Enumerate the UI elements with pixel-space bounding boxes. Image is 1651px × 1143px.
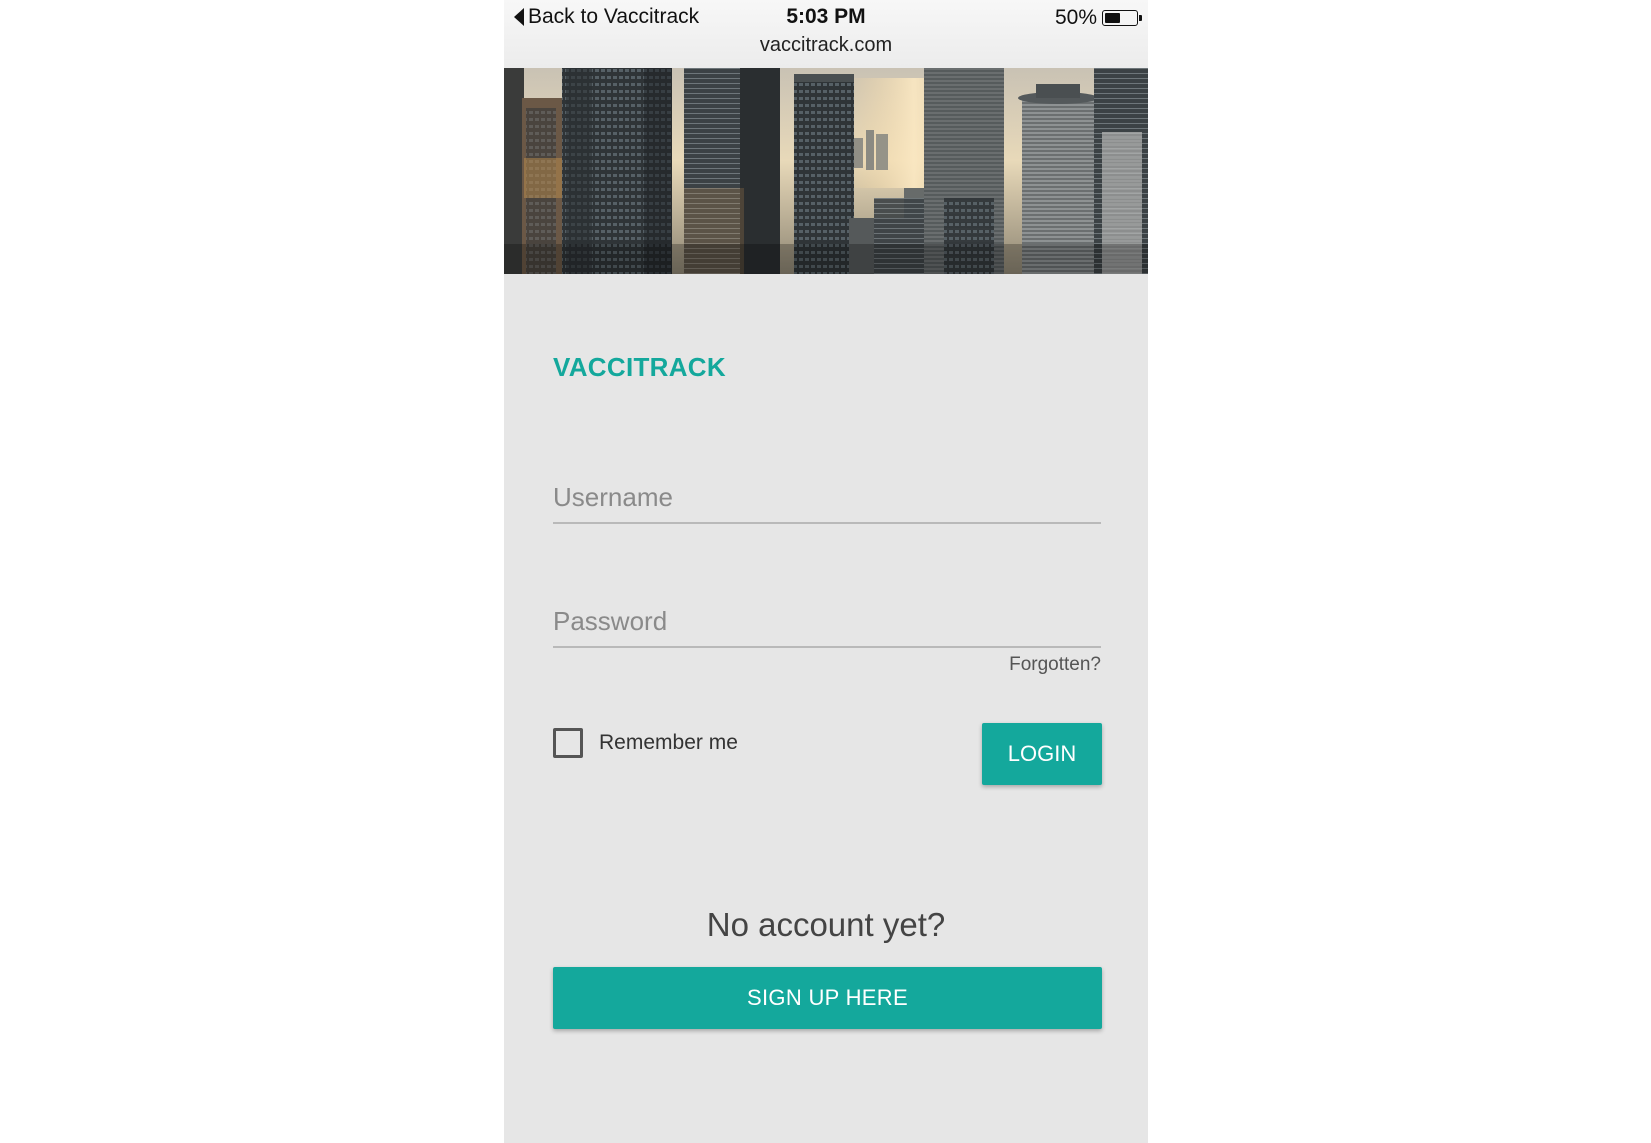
username-input[interactable]: [553, 472, 1101, 524]
sign-up-button[interactable]: SIGN UP HERE: [553, 967, 1102, 1029]
forgot-password-link[interactable]: Forgotten?: [1009, 654, 1101, 676]
battery-percent: 50%: [1054, 6, 1097, 29]
remember-me-checkbox[interactable]: [553, 728, 583, 758]
brand-title: VACCITRACK: [553, 352, 726, 382]
clock: 5:03 PM: [786, 5, 866, 28]
url-bar[interactable]: vaccitrack.com: [504, 34, 1148, 57]
remember-me-label: Remember me: [599, 731, 738, 754]
password-input[interactable]: [553, 596, 1101, 648]
no-account-prompt: No account yet?: [706, 906, 946, 943]
login-button[interactable]: LOGIN: [982, 723, 1102, 785]
remember-me-checkbox-row[interactable]: Remember me: [553, 728, 738, 758]
battery-fill: [1105, 13, 1120, 23]
hero-image: [504, 68, 1148, 274]
battery-indicator: 50%: [1054, 6, 1142, 30]
city-skyline-photo: [504, 68, 1148, 274]
status-bar: Back to Vaccitrack 5:03 PM 50% vaccitrac…: [504, 0, 1148, 69]
battery-icon: [1102, 10, 1142, 26]
phone-screen: Back to Vaccitrack 5:03 PM 50% vaccitrac…: [504, 0, 1148, 1143]
